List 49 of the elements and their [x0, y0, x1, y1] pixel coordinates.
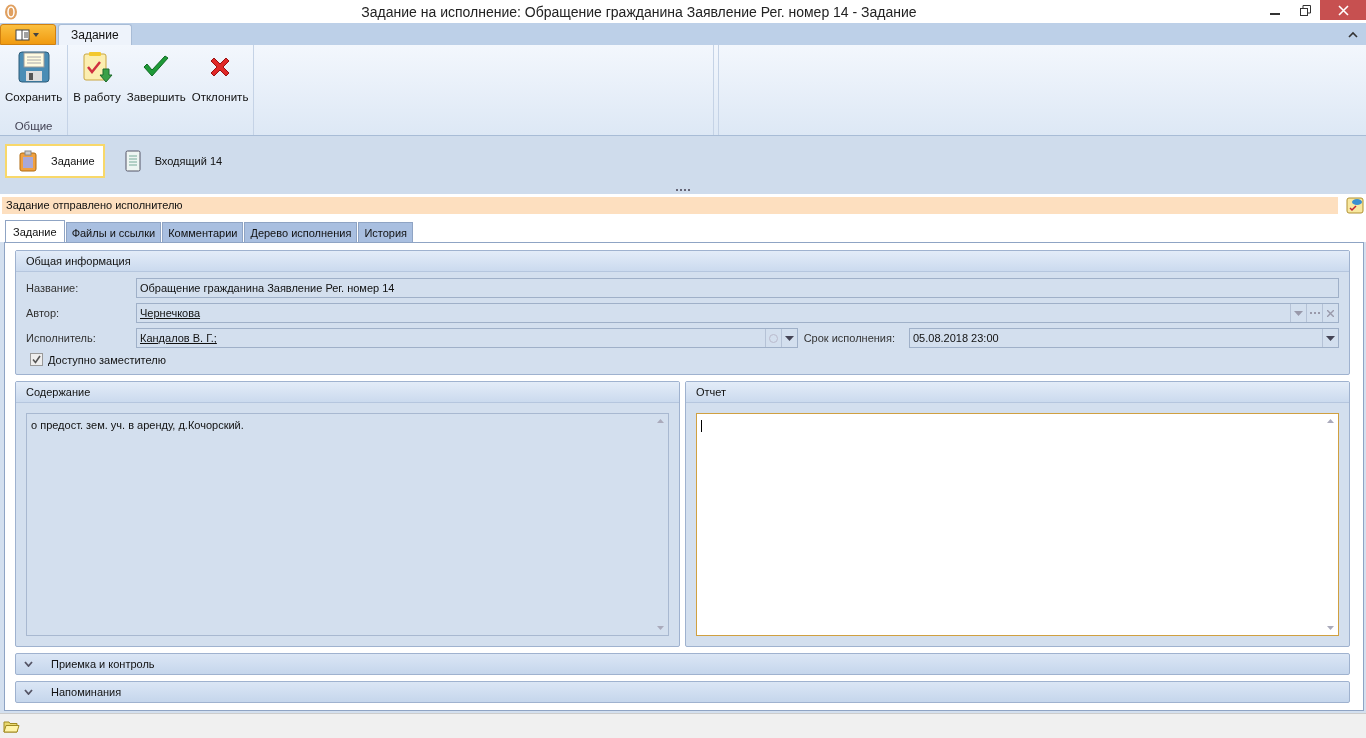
collapsible-section-header[interactable]: Напоминания — [15, 681, 1350, 703]
tab[interactable]: Файлы и ссылки — [65, 222, 162, 242]
app-logo-icon — [4, 3, 18, 20]
clipboard-eye-icon[interactable] — [1346, 196, 1364, 214]
save-button[interactable]: Сохранить — [2, 49, 66, 107]
folder-icon[interactable] — [3, 719, 20, 733]
checkbox-label: Доступно заместителю — [48, 353, 166, 366]
field-label: Автор: — [26, 307, 61, 319]
collapse-ribbon-icon[interactable] — [1348, 31, 1358, 38]
status-message: Задание отправлено исполнителю — [2, 196, 1338, 214]
complete-button[interactable]: Завершить — [123, 49, 189, 107]
document-tab[interactable]: Входящий 14 — [110, 144, 233, 178]
clipboard-check-icon — [80, 51, 113, 83]
tab[interactable]: Комментарии — [162, 222, 244, 242]
panel-header: Содержание — [16, 382, 679, 403]
tab[interactable]: Дерево исполнения — [244, 222, 358, 242]
scroll-down-icon[interactable] — [1326, 626, 1334, 630]
clear-icon[interactable] — [1327, 309, 1334, 317]
collapsible-section-header[interactable]: Приемка и контроль — [15, 653, 1350, 675]
executor-field[interactable]: Кандалов В. Г.; — [136, 328, 798, 348]
field-label: Срок исполнения: — [802, 332, 896, 344]
take-button[interactable]: В работу — [70, 49, 124, 107]
deputy-checkbox[interactable] — [30, 353, 43, 366]
group-label: Общие — [13, 120, 54, 134]
reject-button[interactable]: Отклонить — [188, 49, 252, 107]
executor-link[interactable]: Кандалов В. Г.; — [140, 332, 765, 344]
author-link[interactable]: Чернечкова — [140, 307, 1290, 319]
application-menu-button[interactable] — [0, 24, 56, 45]
name-field[interactable]: Обращение гражданина Заявление Рег. номер 14 — [136, 278, 1339, 298]
panel-header: Отчет — [686, 382, 1349, 403]
tab[interactable]: История — [358, 222, 414, 242]
deadline-field[interactable]: 05.08.2018 23:00 — [909, 328, 1339, 348]
tab[interactable]: Задание — [5, 220, 65, 242]
panel-header: Общая информация — [16, 251, 1349, 272]
scroll-up-icon[interactable] — [1326, 419, 1334, 423]
field-label: Название: — [26, 282, 80, 294]
document-icon — [124, 150, 141, 172]
close-icon — [1337, 4, 1349, 16]
window-title: Задание на исполнение: Обращение гражданина Заявление Рег. номер 14 - Задание — [360, 3, 918, 20]
dropdown-icon[interactable] — [1326, 335, 1335, 341]
author-field[interactable]: Чернечкова — [136, 303, 1339, 323]
field-label: Исполнитель: — [26, 332, 97, 344]
dropdown-icon[interactable] — [784, 335, 794, 341]
restore-icon — [1299, 4, 1311, 16]
clipboard-icon — [19, 150, 37, 172]
ribbon-tab[interactable]: Задание — [58, 24, 132, 45]
menu-icon — [15, 28, 41, 41]
minimize-icon — [1270, 13, 1280, 15]
document-tab[interactable]: Задание — [5, 144, 105, 178]
